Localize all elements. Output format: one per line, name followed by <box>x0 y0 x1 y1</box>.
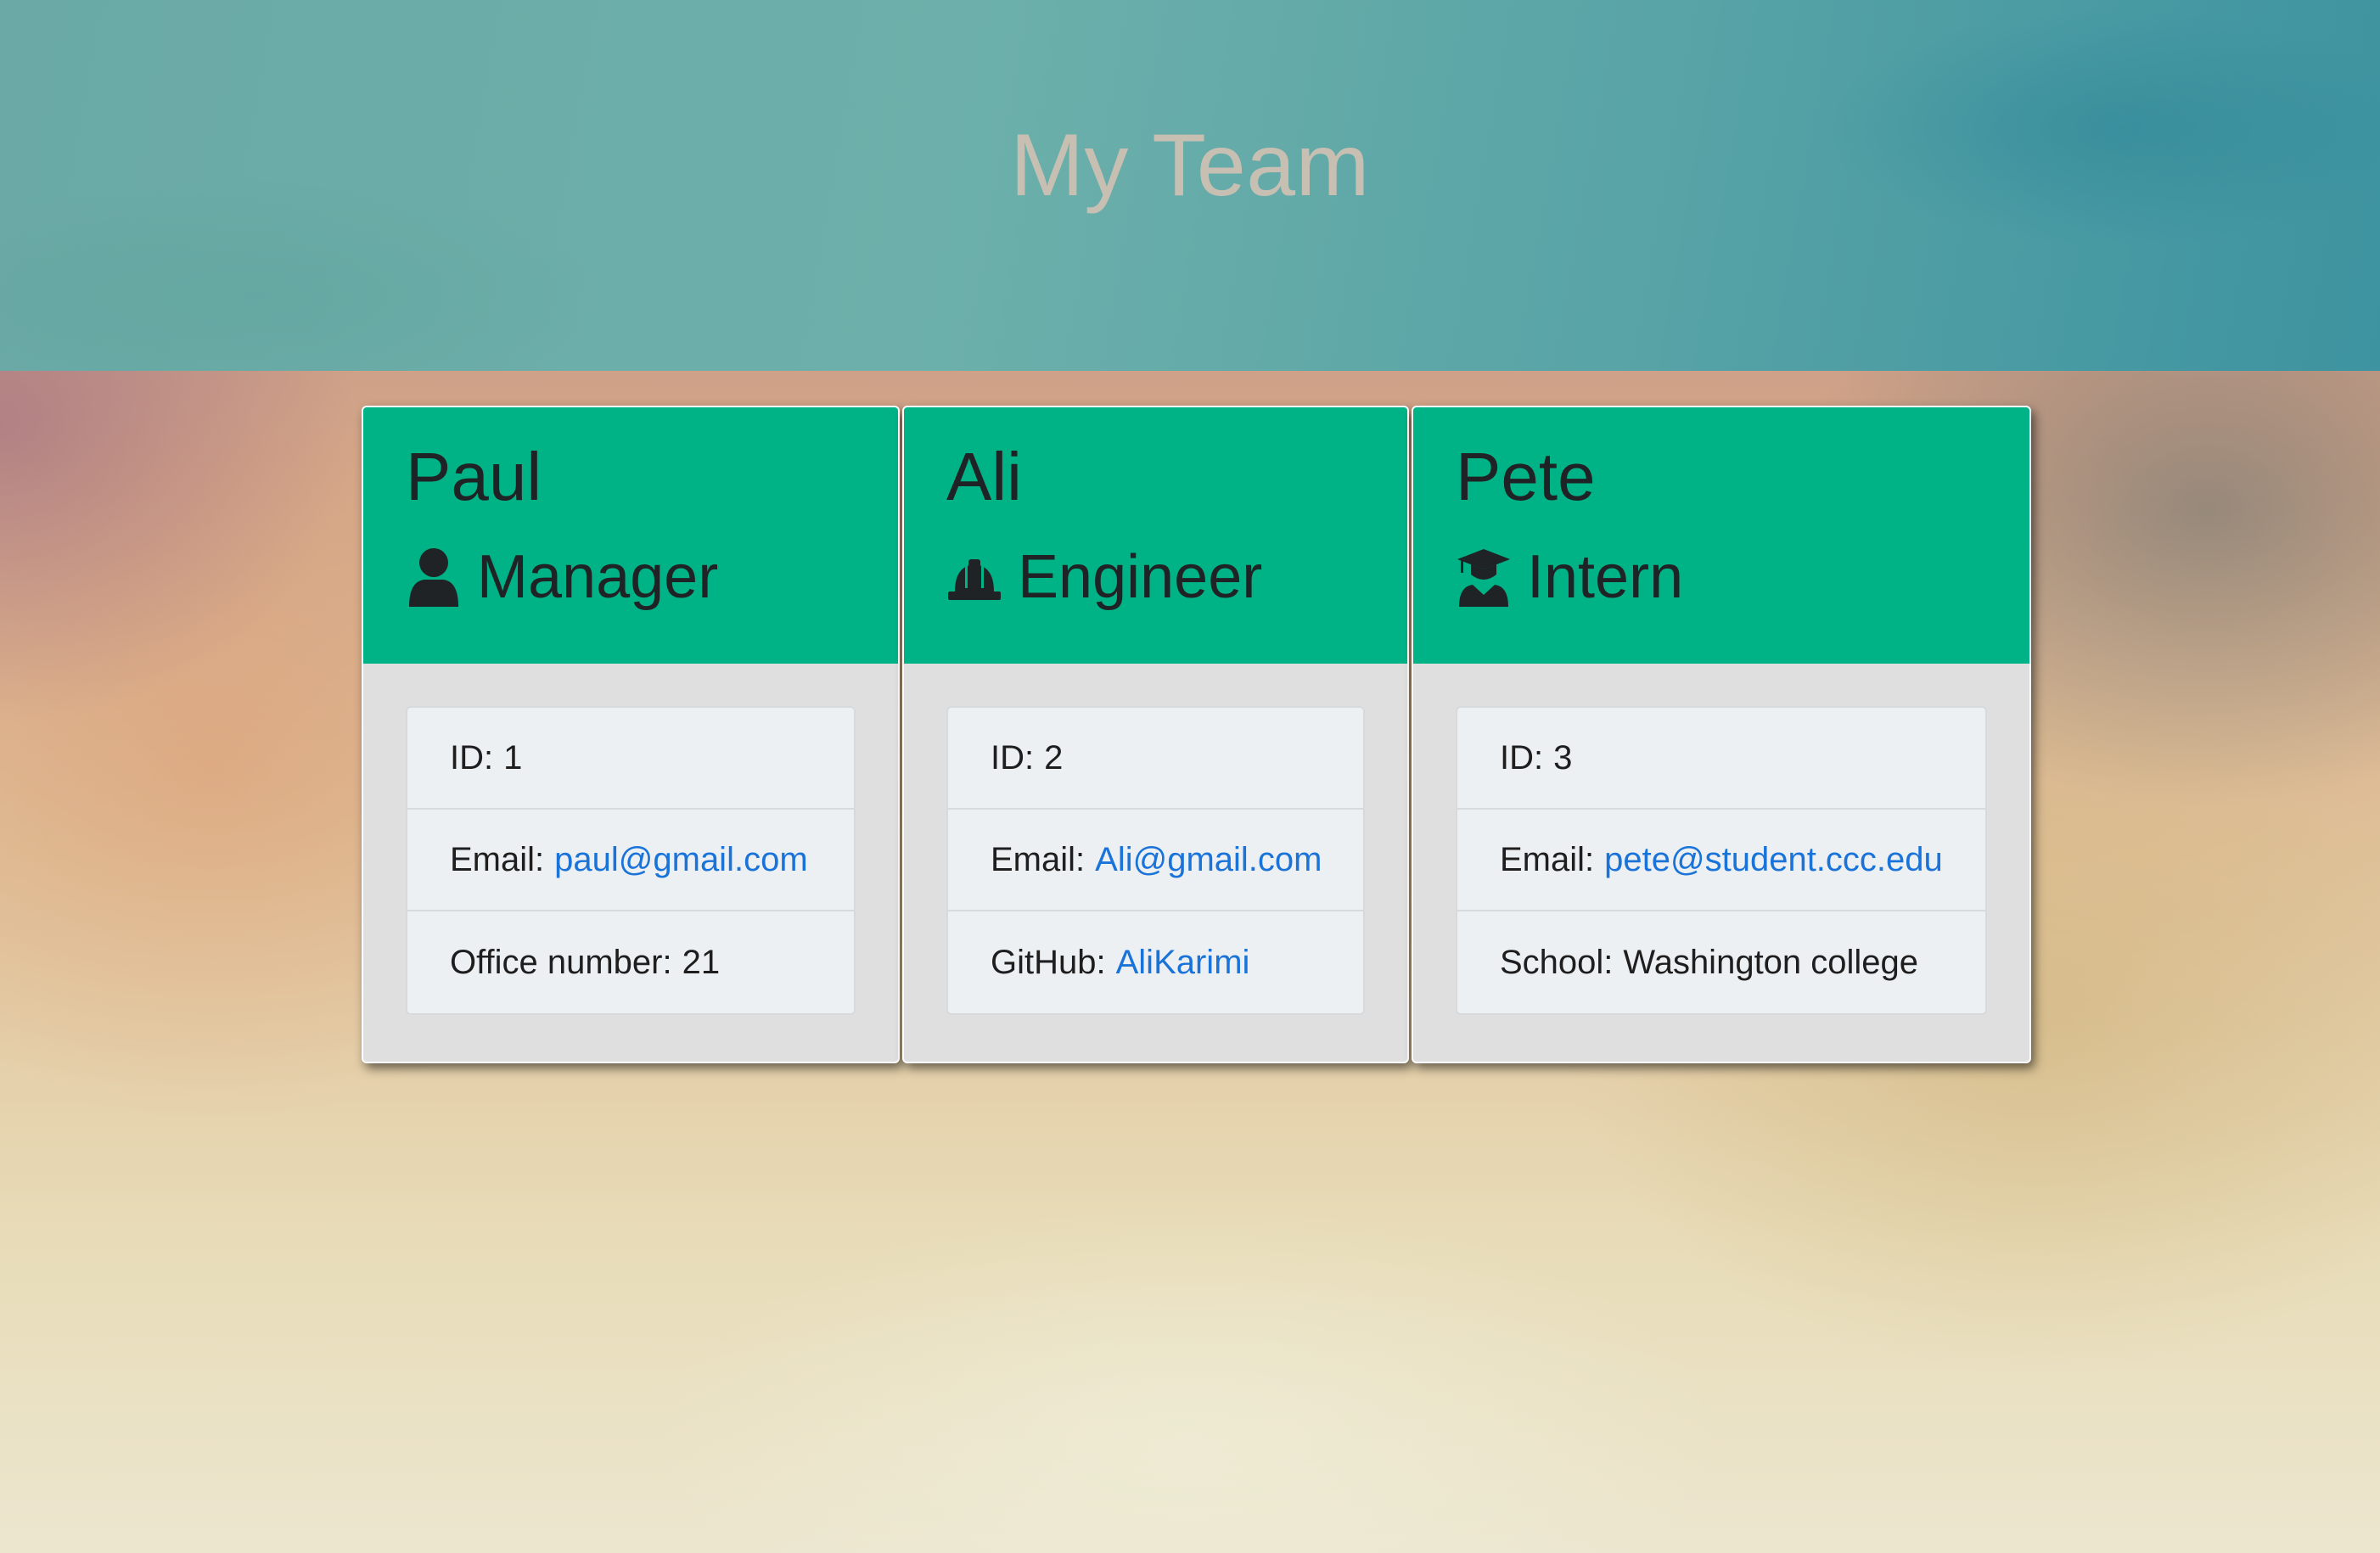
card-body: ID: 3 Email: pete@student.ccc.edu School… <box>1413 664 2029 1015</box>
employee-role: Engineer <box>946 535 1365 620</box>
card-body: ID: 1 Email: paul@gmail.com Office numbe… <box>363 664 898 1015</box>
email-label: Email: <box>991 840 1086 878</box>
email-label: Email: <box>1500 840 1595 878</box>
employee-name: Ali <box>946 439 1022 514</box>
card-body: ID: 2 Email: Ali@gmail.com GitHub: AliKa… <box>904 664 1407 1015</box>
school-label: School: <box>1500 943 1614 981</box>
employee-card-engineer: Ali Engineer ID: 2 Email: Ali@gmail.com … <box>902 406 1409 1063</box>
role-label: Engineer <box>1018 543 1263 611</box>
employee-role: Intern <box>1456 535 1987 620</box>
github-link[interactable]: AliKarimi <box>1116 944 1250 982</box>
card-header: Pete Intern <box>1413 407 2029 664</box>
graduate-icon <box>1457 549 1510 607</box>
id-label: ID: <box>1500 738 1544 776</box>
email-row: Email: paul@gmail.com <box>407 810 854 911</box>
office-number-row: Office number: 21 <box>407 911 854 1013</box>
card-header: Ali Engineer <box>904 407 1407 664</box>
page-header: My Team <box>0 0 2380 371</box>
employee-card-manager: Paul Manager ID: 1 Email: paul@gmail.com <box>362 406 900 1063</box>
school-value: Washington college <box>1623 943 1919 981</box>
email-link[interactable]: Ali@gmail.com <box>1095 841 1322 879</box>
email-link[interactable]: pete@student.ccc.edu <box>1604 841 1943 879</box>
email-row: Email: Ali@gmail.com <box>948 810 1363 911</box>
employee-card-intern: Pete Intern ID: 3 Email: pete@student.cc… <box>1412 406 2031 1063</box>
github-row: GitHub: AliKarimi <box>948 911 1363 1013</box>
id-row: ID: 2 <box>948 708 1363 810</box>
user-icon <box>409 548 458 607</box>
employee-role: Manager <box>406 535 856 620</box>
office-number-value: 21 <box>682 943 721 981</box>
id-row: ID: 1 <box>407 708 854 810</box>
id-label: ID: <box>991 738 1035 776</box>
id-row: ID: 3 <box>1457 708 1985 810</box>
school-row: School: Washington college <box>1457 911 1985 1013</box>
card-header: Paul Manager <box>363 407 898 664</box>
employee-details: ID: 3 Email: pete@student.ccc.edu School… <box>1456 706 1987 1015</box>
email-row: Email: pete@student.ccc.edu <box>1457 810 1985 911</box>
employee-details: ID: 1 Email: paul@gmail.com Office numbe… <box>406 706 856 1015</box>
employee-name: Paul <box>406 439 542 514</box>
role-label: Manager <box>477 543 719 611</box>
email-link[interactable]: paul@gmail.com <box>554 841 808 879</box>
id-value: 3 <box>1553 738 1573 776</box>
team-cards: Paul Manager ID: 1 Email: paul@gmail.com <box>362 406 2031 1063</box>
hard-hat-icon <box>948 559 1001 600</box>
employee-name: Pete <box>1456 439 1596 514</box>
id-value: 1 <box>503 738 523 776</box>
github-label: GitHub: <box>991 943 1106 981</box>
role-label: Intern <box>1527 543 1684 611</box>
id-value: 2 <box>1044 738 1064 776</box>
page-title: My Team <box>1010 116 1370 215</box>
id-label: ID: <box>450 738 494 776</box>
email-label: Email: <box>450 840 545 878</box>
office-number-label: Office number: <box>450 943 672 981</box>
employee-details: ID: 2 Email: Ali@gmail.com GitHub: AliKa… <box>946 706 1365 1015</box>
